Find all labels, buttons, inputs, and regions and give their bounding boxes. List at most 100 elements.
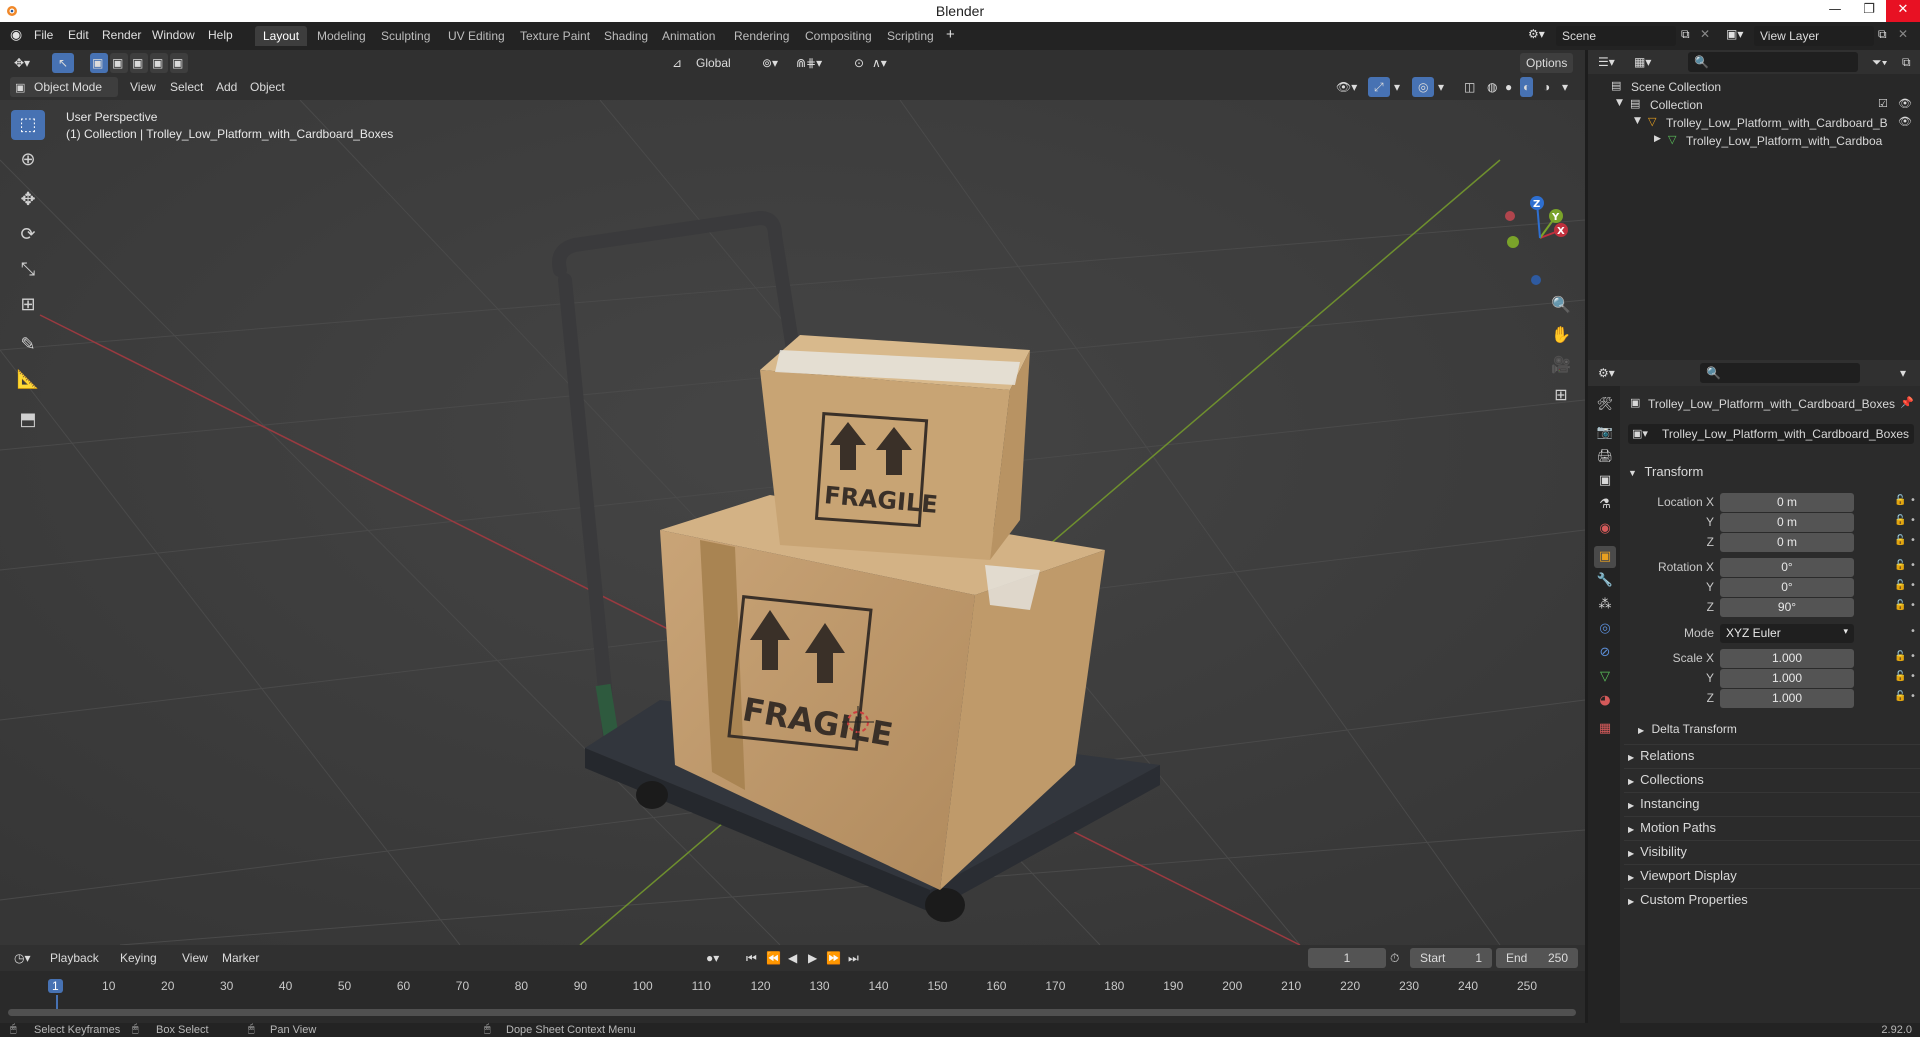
select-box-tool-icon[interactable]: ⬚ (11, 110, 45, 140)
tab-uv-editing[interactable]: UV Editing (440, 26, 513, 46)
datablock-name-field[interactable]: Trolley_Low_Platform_with_Cardboard_Boxe… (1662, 427, 1909, 441)
panel-visibility[interactable]: ▶ Visibility (1624, 840, 1920, 859)
delta-transform-subpanel[interactable]: ▶ Delta Transform (1638, 722, 1908, 736)
snap-icon[interactable]: ⋒⋕▾ (790, 53, 828, 73)
world-properties-tab-icon[interactable]: ◉ (1594, 518, 1616, 540)
blender-menu-icon[interactable]: ◉ (10, 26, 22, 43)
material-properties-tab-icon[interactable]: ◕ (1594, 690, 1616, 712)
rotation-x-field[interactable]: 0° (1720, 558, 1854, 577)
outliner-row-collection[interactable]: ▼ ▤ Collection ☑ 👁 (1588, 96, 1920, 114)
delete-view-layer-icon[interactable]: ✕ (1898, 27, 1908, 41)
scene-name-field[interactable]: Scene (1556, 26, 1676, 46)
scene-properties-tab-icon[interactable]: ⚗ (1594, 494, 1616, 516)
object-visibility-icon[interactable]: 👁 (1898, 115, 1912, 128)
panel-relations[interactable]: ▶ Relations (1624, 744, 1920, 763)
mode-dropdown[interactable]: Object Mode (10, 77, 118, 97)
outliner-search-input[interactable]: 🔍 (1688, 52, 1858, 72)
rotate-tool-icon[interactable]: ⟳ (11, 220, 45, 250)
jump-end-icon[interactable]: ⏭ (846, 948, 861, 968)
tab-shading[interactable]: Shading (596, 26, 656, 46)
menu-help[interactable]: Help (208, 28, 233, 42)
play-reverse-icon[interactable]: ◀ (786, 948, 799, 968)
data-properties-tab-icon[interactable]: ▽ (1594, 666, 1616, 688)
properties-editor-type-icon[interactable]: ⚙▾ (1592, 363, 1621, 383)
editor-type-icon[interactable]: ✥▾ (8, 53, 36, 73)
datablock-selector[interactable]: ▣▾ Trolley_Low_Platform_with_Cardboard_B… (1628, 424, 1914, 444)
keyframe-dot-icon[interactable]: • (1910, 535, 1916, 546)
keyframe-dot-icon[interactable]: • (1910, 600, 1916, 611)
physics-properties-tab-icon[interactable]: ◎ (1594, 618, 1616, 640)
close-icon[interactable]: ✕ (1886, 0, 1920, 22)
start-frame-field[interactable]: Start 1 (1410, 948, 1492, 968)
header-menu-add[interactable]: Add (210, 77, 243, 97)
pivot-icon[interactable]: ⊚▾ (756, 53, 784, 73)
cursor-tool-icon[interactable]: ⊕ (11, 145, 45, 175)
outliner-editor-type-icon[interactable]: ☰▾ (1592, 52, 1621, 72)
timeline-menu-keying[interactable]: Keying (114, 948, 163, 968)
properties-search-input[interactable]: 🔍 (1700, 363, 1860, 383)
tab-animation[interactable]: Animation (654, 26, 723, 46)
rotation-mode-dropdown[interactable]: XYZ Euler ▾ (1720, 624, 1854, 643)
shading-dropdown-icon[interactable]: ▾ (1560, 77, 1570, 97)
gizmo-toggle-icon[interactable]: ⤢ (1368, 77, 1390, 97)
lock-icon[interactable]: 🔓 (1894, 535, 1906, 546)
end-frame-field[interactable]: End 250 (1496, 948, 1578, 968)
outliner-filter-icon[interactable]: ⏷▾ (1866, 52, 1893, 72)
panel-viewport-display[interactable]: ▶ Viewport Display (1624, 864, 1920, 883)
location-z-field[interactable]: 0 m (1720, 533, 1854, 552)
wireframe-shading-icon[interactable]: ◍ (1484, 77, 1500, 97)
solid-shading-icon[interactable]: ● (1502, 77, 1515, 97)
visibility-icon[interactable]: 👁▾ (1330, 77, 1363, 97)
menu-render[interactable]: Render (102, 28, 141, 42)
record-icon[interactable]: ●▾ (700, 948, 725, 968)
measure-tool-icon[interactable]: 📐 (11, 365, 45, 395)
keyframe-dot-icon[interactable]: • (1910, 560, 1916, 571)
particles-properties-tab-icon[interactable]: ⁂ (1594, 594, 1616, 616)
location-x-field[interactable]: 0 m (1720, 493, 1854, 512)
options-button[interactable]: Options (1520, 53, 1574, 73)
timeline-ruler[interactable]: 1 10 20 30 40 50 60 70 80 90 100 110 120 130 140 150 160… (0, 971, 1585, 1023)
panel-collections[interactable]: ▶ Collections (1624, 768, 1920, 787)
tool-properties-tab-icon[interactable]: 🛠 (1594, 394, 1616, 416)
play-icon[interactable]: ▶ (806, 948, 819, 968)
material-shading-icon[interactable]: ◐ (1520, 77, 1534, 97)
outliner-row-object[interactable]: ▼ ▽ Trolley_Low_Platform_with_Cardboard_… (1588, 114, 1920, 132)
select-mode-extend-icon[interactable]: ▣ (110, 53, 128, 73)
menu-file[interactable]: File (34, 28, 53, 42)
prev-keyframe-icon[interactable]: ⏪ (764, 948, 783, 968)
keyframe-dot-icon[interactable]: • (1910, 651, 1916, 662)
tab-compositing[interactable]: Compositing (797, 26, 880, 46)
timeline-menu-marker[interactable]: Marker (216, 948, 265, 968)
viewport-scene[interactable]: FRAGILE FRAGILE X Y Z (0, 100, 1585, 945)
timeline-menu-view[interactable]: View (176, 948, 214, 968)
add-cube-tool-icon[interactable]: ⬒ (11, 405, 45, 435)
tab-layout[interactable]: Layout (255, 26, 308, 46)
outliner-row-scene-collection[interactable]: ▤ Scene Collection (1588, 78, 1920, 96)
keyframe-dot-icon[interactable]: • (1910, 671, 1916, 682)
falloff-icon[interactable]: ∧▾ (866, 53, 893, 73)
collapse-arrow-icon[interactable]: ▼ (1616, 98, 1623, 108)
tab-rendering[interactable]: Rendering (726, 26, 797, 46)
keyframe-dot-icon[interactable]: • (1910, 691, 1916, 702)
object-properties-tab-icon[interactable]: ▣ (1594, 546, 1616, 568)
timeline-editor-type-icon[interactable]: ◷▾ (8, 948, 37, 968)
preview-range-icon[interactable]: ⏱ (1388, 948, 1401, 968)
lock-icon[interactable]: 🔓 (1894, 671, 1906, 682)
transform-tool-icon[interactable]: ⊞ (11, 290, 45, 320)
next-keyframe-icon[interactable]: ⏩ (824, 948, 843, 968)
ortho-toggle-icon[interactable]: ⊞ (1548, 382, 1574, 408)
keyframe-dot-icon[interactable]: • (1910, 515, 1916, 526)
texture-properties-tab-icon[interactable]: ▦ (1594, 718, 1616, 740)
lock-icon[interactable]: 🔓 (1894, 580, 1906, 591)
scale-tool-icon[interactable]: ⤡ (11, 255, 45, 285)
overlay-toggle-icon[interactable]: ◎ (1412, 77, 1435, 97)
zoom-icon[interactable]: 🔍 (1548, 292, 1574, 318)
overlay-dropdown-icon[interactable]: ▾ (1436, 77, 1446, 97)
3d-viewport[interactable]: FRAGILE FRAGILE X Y Z User Perspective (… (0, 100, 1585, 945)
outliner-display-mode-icon[interactable]: ▦▾ (1628, 52, 1657, 72)
minimize-icon[interactable]: — (1818, 0, 1852, 22)
properties-options-icon[interactable]: ▾ (1894, 363, 1912, 383)
constraint-properties-tab-icon[interactable]: ⊘ (1594, 642, 1616, 664)
output-properties-tab-icon[interactable]: 🖨 (1594, 446, 1616, 468)
select-mode-new-icon[interactable]: ▣ (90, 53, 108, 73)
